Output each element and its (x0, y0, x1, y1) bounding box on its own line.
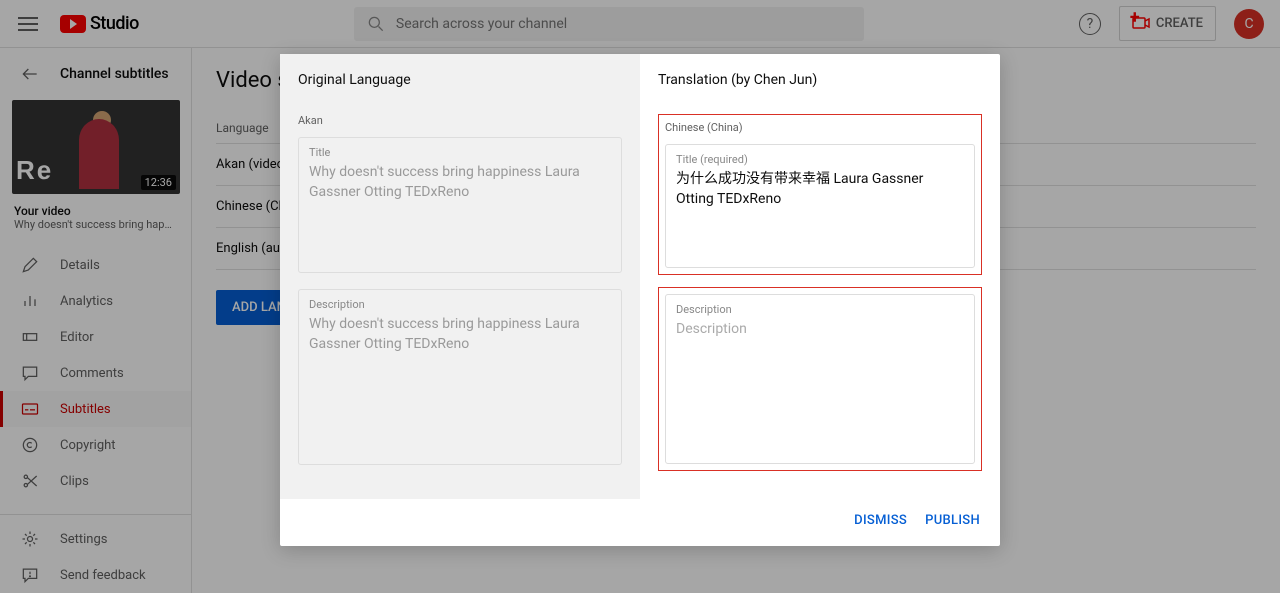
translation-panel: Translation (by Chen Jun) Chinese (China… (640, 54, 1000, 499)
translation-lang-label: Chinese (China) (665, 121, 975, 134)
translation-title-frame: Chinese (China) Title (required) 为什么成功没有… (658, 114, 982, 275)
title-required-label: Title (required) (676, 153, 964, 166)
publish-button[interactable]: PUBLISH (925, 513, 980, 528)
original-title-box: Title Why doesn't success bring happines… (298, 137, 622, 273)
desc-field-label-2: Description (676, 303, 964, 316)
title-field-label: Title (309, 146, 611, 159)
translation-desc-frame: Description Description (658, 287, 982, 471)
original-desc-box: Description Why doesn't success bring ha… (298, 289, 622, 465)
translation-dialog: Original Language Akan Title Why doesn't… (280, 54, 1000, 546)
original-title-value: Why doesn't success bring happiness Laur… (309, 163, 611, 202)
translation-desc-input[interactable]: Description (676, 320, 964, 340)
translation-title-box[interactable]: Title (required) 为什么成功没有带来幸福 Laura Gassn… (665, 144, 975, 268)
translation-desc-box[interactable]: Description Description (665, 294, 975, 464)
translation-panel-title: Translation (by Chen Jun) (658, 72, 982, 88)
modal-overlay: Original Language Akan Title Why doesn't… (0, 0, 1280, 593)
dialog-footer: DISMISS PUBLISH (280, 499, 1000, 546)
original-lang-label: Akan (298, 114, 622, 127)
translation-title-input[interactable]: 为什么成功没有带来幸福 Laura Gassner Otting TEDxRen… (676, 170, 964, 209)
original-language-panel: Original Language Akan Title Why doesn't… (280, 54, 640, 499)
original-panel-title: Original Language (298, 72, 622, 88)
original-desc-value: Why doesn't success bring happiness Laur… (309, 315, 611, 354)
dismiss-button[interactable]: DISMISS (854, 513, 907, 528)
desc-field-label: Description (309, 298, 611, 311)
